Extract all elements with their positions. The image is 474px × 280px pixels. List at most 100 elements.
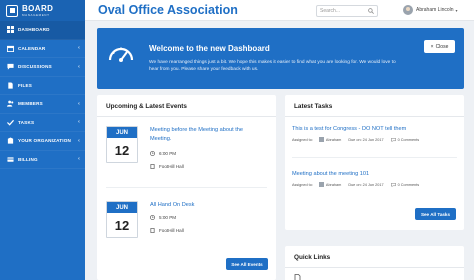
welcome-banner: Welcome to the new Dashboard We have rea… [97,28,464,89]
see-all-events-button[interactable]: See All Events [226,258,268,270]
assignee-avatar [318,182,324,187]
quick-links-panel: Quick Links [285,246,464,280]
calendar-icon [6,44,14,52]
search-input[interactable] [320,6,368,16]
organization-icon [6,137,14,145]
billing-icon [6,155,14,163]
brand-subtitle: MANAGEMENT [22,12,50,17]
comment-icon [390,137,396,142]
clock-icon [150,151,155,156]
close-label: Close [435,43,449,50]
chevron-left-icon: ‹ [78,45,80,52]
task-title[interactable]: This is a test for Congress - DO NOT tel… [292,126,457,132]
tasks-panel: Latest Tasks This is a test for Congress… [285,95,464,230]
event-location-text: FootHill Hall [159,228,184,233]
task-title[interactable]: Meeting about the meeting 101 [292,171,457,177]
event-location-text: FootHill Hall [159,164,184,169]
users-icon [6,100,14,108]
sidebar-item-files[interactable]: FILES [0,77,85,95]
sidebar-item-label: DASHBOARD [18,27,50,33]
tasks-icon [6,118,14,126]
assignee-name: Abraham [325,182,342,187]
sidebar-item-discussions[interactable]: DISCUSSIONS ‹ [0,58,85,77]
comment-icon [390,182,396,187]
assigned-to-label: Assigned to: [292,182,313,187]
sidebar-item-label: FILES [18,82,33,88]
sidebar-item-tasks[interactable]: TASKS ‹ [0,114,85,132]
event-location: FootHill Hall [150,228,184,233]
chevron-left-icon: ‹ [78,156,80,163]
user-name: Abraham Lincoln [416,7,454,13]
close-icon: × [430,43,434,50]
sidebar-item-label: CALENDAR [18,45,46,51]
see-all-tasks-button[interactable]: See All Tasks [415,208,456,220]
close-button[interactable]: × Close [424,40,455,53]
sidebar-item-label: TASKS [18,119,35,125]
clock-icon [150,215,155,220]
event-day: 12 [114,142,130,158]
sidebar-item-calendar[interactable]: CALENDAR ‹ [0,40,85,58]
event-time: 5:00 PM [150,215,176,220]
sidebar-item-label: MEMBERS [18,101,43,107]
building-icon [150,164,155,169]
assignee-name: Abraham [325,137,342,142]
sidebar: BOARD MANAGEMENT DASHBOARD CALENDAR ‹ DI… [0,0,85,280]
divider [106,187,267,188]
events-panel: Upcoming & Latest Events JUN 12 Meeting … [97,95,276,280]
caret-down-icon: ▾ [455,7,458,13]
event-time-text: 5:00 PM [159,215,177,220]
event-location: FootHill Hall [150,164,184,169]
event-date-badge: JUN 12 [106,201,138,238]
dashboard-icon [6,26,14,34]
task-item[interactable]: Meeting about the meeting 101 Assigned t… [292,171,457,187]
event-title[interactable]: All Hand On Desk [150,201,265,210]
file-icon[interactable] [294,274,301,280]
event-time: 6:00 PM [150,151,176,156]
sidebar-item-billing[interactable]: BILLING ‹ [0,151,85,169]
event-month: JUN [107,202,137,213]
events-panel-title: Upcoming & Latest Events [106,103,187,110]
welcome-text: We have rearranged things just a bit. We… [149,60,396,72]
task-due-date: Due on: 24 Jun 2017 [348,137,384,142]
task-item[interactable]: This is a test for Congress - DO NOT tel… [292,126,457,142]
search-box[interactable] [316,5,378,17]
divider [292,157,457,158]
chevron-left-icon: ‹ [78,137,80,144]
sidebar-item-members[interactable]: MEMBERS ‹ [0,95,85,114]
event-title[interactable]: Meeting before the Meeting about the Mee… [150,126,265,143]
assignee-avatar [318,137,324,142]
chevron-left-icon: ‹ [78,119,80,126]
divider [285,267,464,268]
building-icon [150,228,155,233]
sidebar-item-dashboard[interactable]: DASHBOARD [0,21,85,40]
sidebar-item-label: BILLING [18,156,38,162]
brand-title: BOARD [22,3,54,13]
chevron-left-icon: ‹ [78,100,80,107]
task-due-date: Due on: 24 Jun 2017 [348,182,384,187]
chat-icon [6,63,14,71]
event-day: 12 [114,217,130,233]
task-meta: Assigned to: Abraham Due on: 24 Jun 2017… [292,182,457,187]
avatar [403,5,413,15]
page-title: Oval Office Association [98,3,238,17]
quick-links-title: Quick Links [294,254,331,261]
divider [285,116,464,117]
tasks-panel-title: Latest Tasks [294,103,333,110]
welcome-title: Welcome to the new Dashboard [149,44,270,53]
board-logo-icon [6,4,18,17]
task-comments[interactable]: 0 Comments [398,138,420,142]
speedometer-icon [108,47,134,62]
search-icon[interactable] [368,8,374,14]
brand-logo[interactable]: BOARD MANAGEMENT [0,0,85,21]
sidebar-item-label: YOUR ORGANIZATION [18,138,72,144]
assigned-to-label: Assigned to: [292,137,313,142]
task-comments[interactable]: 0 Comments [398,183,420,187]
user-menu[interactable]: Abraham Lincoln ▾ [403,5,458,15]
chevron-left-icon: ‹ [78,63,80,70]
event-month: JUN [107,127,137,138]
top-header: Oval Office Association Abraham Lincoln … [85,0,474,21]
divider [97,116,276,117]
event-date-badge: JUN 12 [106,126,138,163]
sidebar-item-organization[interactable]: YOUR ORGANIZATION ‹ [0,132,85,151]
sidebar-item-label: DISCUSSIONS [18,64,52,70]
